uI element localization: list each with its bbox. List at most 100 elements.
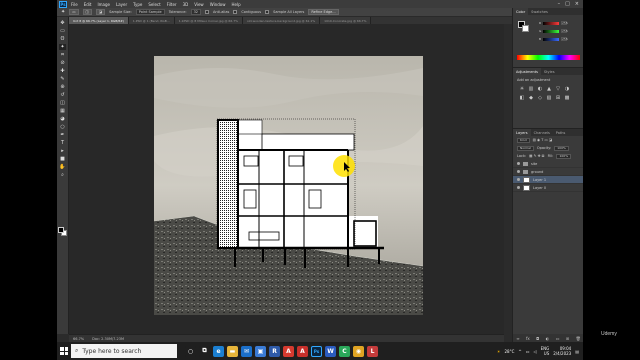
adjustment-icon[interactable]: ◑ [564, 86, 570, 92]
file-explorer-icon[interactable]: ▬ [227, 345, 238, 357]
notifications-icon[interactable]: ▤ [575, 349, 579, 354]
doc-tab[interactable]: 1010-Concrete.jpg @ 66.7% [320, 17, 372, 24]
close-icon[interactable]: × [575, 1, 579, 7]
green-bar[interactable] [543, 29, 559, 33]
kind-filter-select[interactable]: Kind [517, 137, 530, 143]
new-selection-button[interactable]: ▭ [69, 9, 79, 15]
cortana-icon[interactable]: ○ [185, 345, 196, 357]
chrome-icon[interactable]: ◉ [353, 345, 364, 357]
adjustment-icon[interactable]: ▲ [546, 86, 552, 92]
magic-wand-icon[interactable]: ✦ [59, 44, 66, 50]
blue-slider[interactable]: B 255 [539, 37, 568, 41]
adjustment-icon[interactable]: ▩ [564, 95, 570, 101]
tray-arrow-icon[interactable]: ^ [518, 349, 521, 354]
menu-file[interactable]: File [71, 2, 78, 7]
taskbar-search-box[interactable]: ⌕ Type here to search [71, 344, 177, 358]
tab-adjustments[interactable]: Adjustments [513, 68, 541, 75]
foreground-color-swatch[interactable] [58, 227, 64, 233]
type-icon[interactable]: T [59, 140, 66, 146]
stamp-icon[interactable]: ⊕ [59, 84, 66, 90]
layer-row[interactable]: Layer 1 [513, 176, 583, 184]
layer-row[interactable]: Layer 0 [513, 184, 583, 192]
panel-background-swatch[interactable] [522, 25, 529, 32]
red-slider[interactable]: R 255 [539, 21, 568, 25]
tab-paths[interactable]: Paths [553, 129, 569, 136]
crop-icon[interactable]: ⌗ [59, 52, 66, 58]
dodge-icon[interactable]: ○ [59, 124, 66, 130]
subtract-selection-button[interactable]: ◪ [95, 9, 106, 15]
mail-icon[interactable]: ✉ [241, 345, 252, 357]
revit-icon[interactable]: R [269, 345, 280, 357]
visibility-eye-icon[interactable] [517, 178, 520, 181]
weather-icon[interactable]: ☀ [497, 349, 501, 354]
network-icon[interactable]: ▭ [526, 349, 530, 354]
shape-icon[interactable]: ■ [59, 156, 66, 162]
move-icon[interactable]: ✥ [59, 20, 66, 26]
camtasia-icon[interactable]: C [339, 345, 350, 357]
menu-help[interactable]: Help [231, 2, 240, 7]
weather-temp[interactable]: 28°C [505, 349, 515, 354]
history-brush-icon[interactable]: ↺ [59, 92, 66, 98]
new-group-icon[interactable]: ▭ [556, 336, 560, 341]
eyedropper-icon[interactable]: ⊘ [59, 60, 66, 66]
gradient-icon[interactable]: ▦ [59, 108, 66, 114]
marquee-icon[interactable]: ▭ [59, 28, 66, 34]
store-icon[interactable]: ▣ [255, 345, 266, 357]
edge-icon[interactable]: e [213, 345, 224, 357]
menu-3d[interactable]: 3D [183, 2, 189, 7]
color-spectrum[interactable] [517, 55, 580, 60]
sample-size-select[interactable]: Point Sample [135, 9, 165, 15]
menu-image[interactable]: Image [97, 2, 110, 7]
mask-icon[interactable]: ◘ [536, 336, 539, 341]
lock-icons[interactable]: ▦ ✎ ✥ ⊠ [529, 154, 544, 158]
pen-icon[interactable]: ✒ [59, 132, 66, 138]
adjustment-icon[interactable]: ▧ [546, 95, 552, 101]
tab-swatches[interactable]: Swatches [528, 8, 551, 15]
document-workspace[interactable] [69, 24, 504, 334]
document-info[interactable]: Doc: 2.30M/7.23M [92, 337, 124, 341]
blue-value[interactable]: 255 [561, 37, 568, 41]
layer-row[interactable]: site [513, 160, 583, 168]
add-selection-button[interactable]: ◫ [82, 9, 92, 15]
tab-styles[interactable]: Styles [541, 68, 558, 75]
red-bar[interactable] [543, 21, 559, 25]
visibility-eye-icon[interactable] [517, 186, 520, 189]
refine-edge-button[interactable]: Refine Edge... [308, 9, 339, 15]
visibility-eye-icon[interactable] [517, 170, 520, 173]
clock[interactable]: 09:04 2/4/2023 [553, 346, 571, 356]
filter-icons[interactable]: ▨ ◉ T ▭ ◪ [533, 138, 553, 142]
doc-tab[interactable]: Unt 8 @ 66.7% (Layer 1, RGB/8#) [69, 17, 129, 24]
zoom-level[interactable]: 66.7% [73, 337, 84, 341]
tab-color[interactable]: Color [513, 8, 529, 15]
tolerance-input[interactable]: 32 [190, 9, 202, 15]
path-select-icon[interactable]: ▸ [59, 148, 66, 154]
red-value[interactable]: 255 [561, 21, 568, 25]
task-view-icon[interactable]: ⧉ [199, 345, 210, 357]
adjustment-icon[interactable]: ▽ [555, 86, 561, 92]
magic-wand-icon[interactable]: ✦ [61, 9, 65, 15]
autocad-icon[interactable]: A [297, 345, 308, 357]
fx-icon[interactable]: fx [526, 336, 530, 341]
word-icon[interactable]: W [325, 345, 336, 357]
maximize-icon[interactable]: □ [565, 1, 570, 7]
adjustment-icon[interactable]: ◆ [528, 95, 534, 101]
opacity-input[interactable]: 100% [554, 145, 569, 151]
link-layers-icon[interactable]: ∞ [516, 336, 519, 341]
brush-icon[interactable]: ✎ [59, 76, 66, 82]
blend-mode-select[interactable]: Normal [517, 145, 534, 151]
green-value[interactable]: 255 [561, 29, 568, 33]
start-button[interactable] [57, 342, 71, 360]
menu-layer[interactable]: Layer [116, 2, 127, 7]
hand-icon[interactable]: ✋ [59, 164, 66, 170]
language-indicator[interactable]: ENG US [541, 346, 550, 356]
tab-layers[interactable]: Layers [513, 129, 531, 136]
minimize-icon[interactable]: – [558, 1, 561, 7]
menu-filter[interactable]: Filter [167, 2, 177, 7]
volume-icon[interactable]: ◁ [534, 349, 537, 354]
sample-all-checkbox[interactable] [265, 10, 270, 14]
visibility-eye-icon[interactable] [517, 162, 520, 165]
document-canvas[interactable] [154, 56, 423, 315]
menu-window[interactable]: Window [210, 2, 226, 7]
menu-select[interactable]: Select [148, 2, 160, 7]
zoom-icon[interactable]: ⌕ [59, 172, 66, 178]
